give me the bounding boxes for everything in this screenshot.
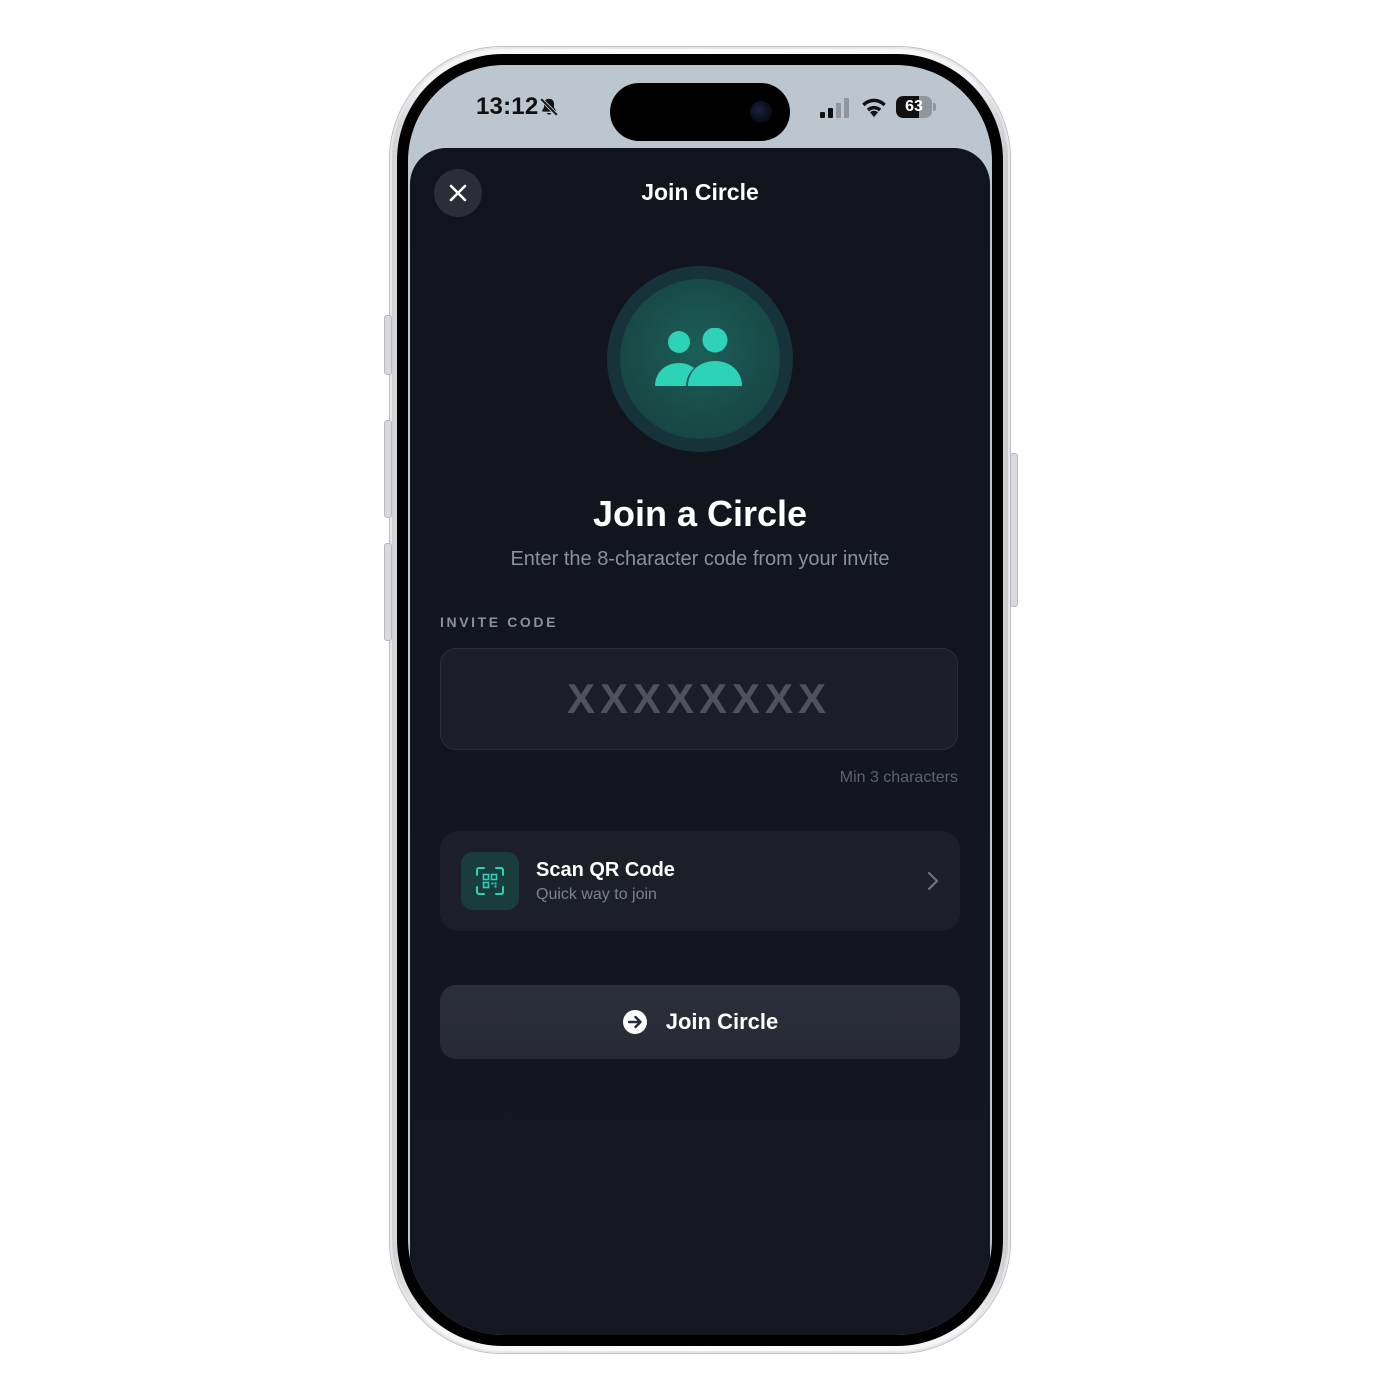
sheet-title: Join Circle <box>641 179 759 205</box>
hero-icon-ring <box>607 266 793 452</box>
qr-code-icon <box>476 867 504 895</box>
power-button <box>1010 453 1018 607</box>
volume-up-button <box>384 420 392 518</box>
device-mockup: 13:12 63 Join Circle Join a Circle Enter… <box>0 0 1400 1400</box>
wifi-icon <box>862 98 886 117</box>
scan-qr-code-option[interactable]: Scan QR Code Quick way to join <box>440 831 960 931</box>
people-icon <box>655 328 742 386</box>
join-circle-label: Join Circle <box>665 1009 779 1034</box>
chevron-right-icon <box>927 871 939 891</box>
hero-icon-circle <box>620 279 780 439</box>
join-circle-button[interactable]: Join Circle <box>440 985 960 1059</box>
battery-level: 63 <box>905 98 923 115</box>
volume-down-button <box>384 543 392 641</box>
battery-cap <box>933 103 936 111</box>
signal-icon <box>820 98 849 118</box>
scan-qr-subtitle: Quick way to join <box>536 886 657 903</box>
battery-icon: 63 <box>896 96 936 118</box>
qr-icon-box <box>461 852 519 910</box>
front-camera <box>750 101 772 123</box>
dynamic-island <box>610 83 790 141</box>
page-heading: Join a Circle <box>592 493 808 534</box>
status-time: 13:12 <box>476 93 539 120</box>
battery-body: 63 <box>896 96 932 118</box>
arrow-right-circle-icon <box>622 1010 647 1034</box>
page-subheading: Enter the 8-character code from your inv… <box>510 548 890 570</box>
action-button <box>384 315 392 375</box>
join-circle-sheet: Join Circle Join a Circle Enter the 8-ch… <box>410 148 990 1335</box>
bell-slash-icon <box>539 97 559 117</box>
invite-code-label: INVITE CODE <box>440 614 559 630</box>
invite-code-input[interactable] <box>440 648 958 750</box>
phone-screen: 13:12 63 Join Circle Join a Circle Enter… <box>408 65 992 1335</box>
invite-code-hint: Min 3 characters <box>839 769 958 786</box>
scan-qr-title: Scan QR Code <box>536 859 675 881</box>
